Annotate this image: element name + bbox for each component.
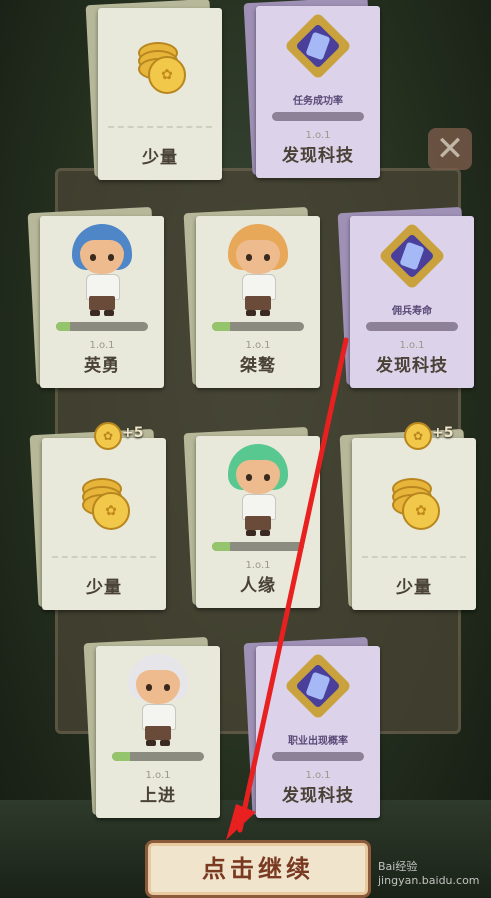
red-arrow-annotation: [226, 337, 349, 840]
continue-button[interactable]: 点击继续: [145, 840, 371, 898]
watermark: Bai经验 jingyan.baidu.com: [378, 860, 480, 887]
